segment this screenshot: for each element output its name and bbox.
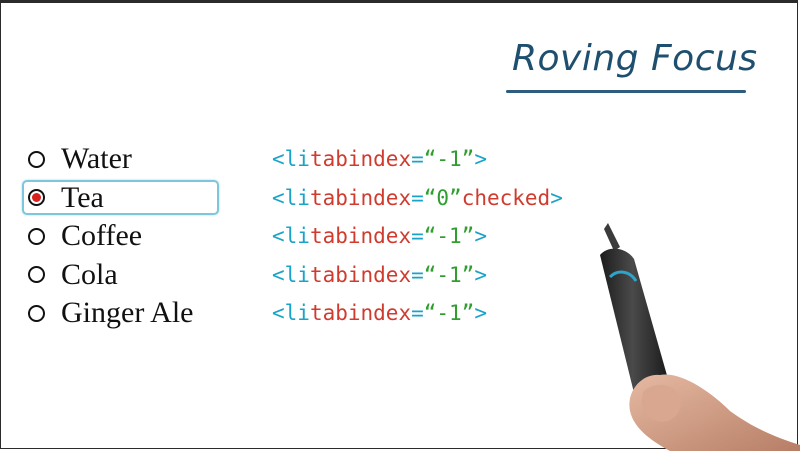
code-tag-open: <li: [272, 301, 310, 326]
radio-option-tea[interactable]: Tea: [26, 179, 193, 218]
radio-button-checked-icon[interactable]: [28, 189, 45, 207]
code-value: “-1”: [423, 224, 475, 249]
code-attr: tabindex: [309, 262, 412, 287]
radio-group: Water Tea Coffee Cola Ginger Ale: [26, 140, 193, 333]
code-tag-close: >: [550, 185, 563, 210]
radio-option-water[interactable]: Water: [26, 140, 193, 179]
code-sample: <li tabindex = “-1” > <li tabindex = “0” chec…: [272, 140, 563, 333]
radio-button-icon[interactable]: [28, 227, 45, 245]
hand-with-pen: [600, 223, 800, 451]
code-tag-close: >: [474, 224, 487, 249]
code-attr: tabindex: [309, 185, 412, 210]
code-value: “0”: [423, 185, 462, 210]
code-tag-close: >: [474, 262, 487, 287]
code-tag-close: >: [474, 147, 487, 172]
radio-option-ginger-ale[interactable]: Ginger Ale: [26, 294, 193, 333]
code-tag-open: <li: [272, 262, 310, 287]
code-value: “-1”: [423, 147, 475, 172]
radio-label: Coffee: [61, 219, 143, 253]
radio-label: Tea: [61, 180, 104, 214]
radio-option-coffee[interactable]: Coffee: [26, 217, 193, 256]
code-eq: =: [411, 301, 424, 326]
code-value: “-1”: [423, 262, 475, 287]
code-eq: =: [411, 262, 424, 287]
code-tag-close: >: [474, 301, 487, 326]
slide-title: Roving Focus: [512, 38, 758, 79]
pen-tip: [604, 223, 620, 251]
code-eq: =: [411, 147, 424, 172]
title-underline: [506, 90, 746, 93]
code-line: <li tabindex = “-1” >: [272, 140, 563, 179]
code-tag-open: <li: [272, 147, 310, 172]
radio-label: Cola: [61, 257, 118, 291]
code-attr: tabindex: [309, 147, 412, 172]
code-checked-attr: checked: [461, 185, 551, 210]
code-tag-open: <li: [272, 185, 310, 210]
code-tag-open: <li: [272, 224, 310, 249]
radio-button-icon[interactable]: [28, 266, 45, 284]
code-attr: tabindex: [309, 301, 412, 326]
radio-option-cola[interactable]: Cola: [26, 256, 193, 295]
radio-button-icon[interactable]: [28, 150, 45, 168]
code-eq: =: [411, 224, 424, 249]
radio-label: Ginger Ale: [61, 296, 194, 330]
radio-button-icon[interactable]: [28, 304, 45, 322]
code-line: <li tabindex = “-1” >: [272, 217, 563, 256]
radio-label: Water: [61, 142, 132, 176]
code-attr: tabindex: [309, 224, 412, 249]
code-line: <li tabindex = “-1” >: [272, 256, 563, 295]
code-line: <li tabindex = “-1” >: [272, 294, 563, 333]
code-eq: =: [411, 185, 424, 210]
code-line: <li tabindex = “0” checked >: [272, 179, 563, 218]
code-value: “-1”: [423, 301, 475, 326]
